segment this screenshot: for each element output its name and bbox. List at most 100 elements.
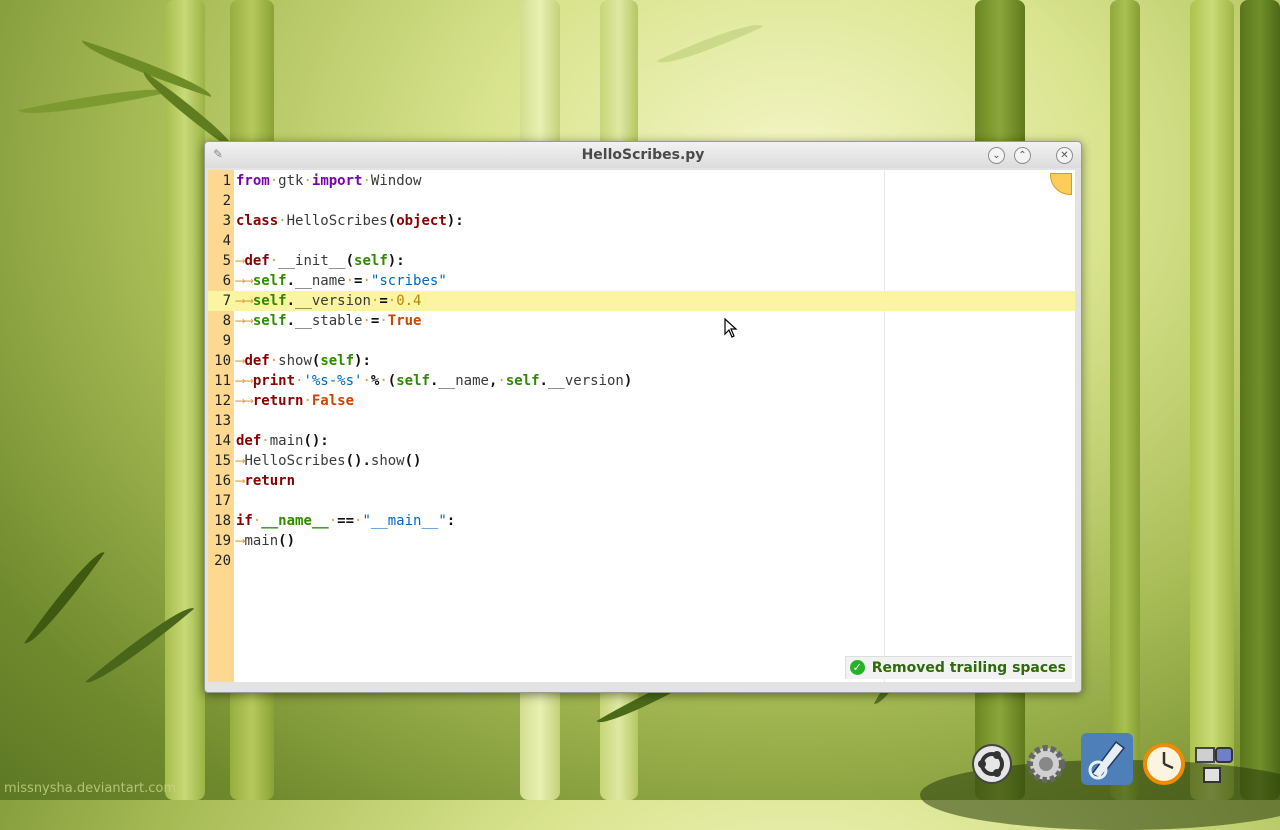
whitespace-marker: · [261, 433, 270, 449]
code-token: from [236, 173, 270, 189]
whitespace-marker: · [269, 173, 279, 189]
line-number: 18 [214, 513, 231, 529]
line-number: 17 [214, 493, 231, 509]
code-token: __name [438, 373, 489, 389]
code-line[interactable]: 17 [208, 491, 1075, 511]
line-code: ⟶main() [236, 531, 295, 551]
code-line[interactable]: 18 if·__name__·==·"__main__": [208, 511, 1075, 531]
code-line[interactable]: 10 ⟶def·show(self): [208, 351, 1075, 371]
watermark-text: missnysha.deviantart.com [4, 781, 177, 796]
whitespace-marker: · [362, 373, 371, 389]
code-token: . [286, 293, 296, 309]
line-number: 16 [214, 473, 231, 489]
line-code: ⟶⟶self.__stable·=·True [236, 311, 421, 331]
code-token: self [252, 293, 287, 309]
code-token: __init__ [278, 253, 346, 269]
code-line[interactable]: 5 ⟶def·__init__(self): [208, 251, 1075, 271]
code-token: def [236, 433, 262, 449]
code-token: gtk [278, 173, 304, 189]
code-token: ) [623, 373, 633, 389]
code-token: == [337, 513, 355, 529]
code-token: main [244, 533, 279, 549]
code-token: "scribes" [370, 273, 447, 289]
code-line[interactable]: 12 ⟶⟶return·False [208, 391, 1075, 411]
clock-icon[interactable] [1142, 742, 1186, 786]
code-token: ): [387, 253, 405, 269]
close-button[interactable]: ✕ [1056, 147, 1073, 164]
code-token: (): [303, 433, 329, 449]
line-number: 15 [214, 453, 231, 469]
line-code: ⟶def·show(self): [236, 351, 371, 371]
whitespace-marker: · [303, 173, 312, 189]
code-line[interactable]: 3 class·HelloScribes(object): [208, 211, 1075, 231]
code-token: def [244, 253, 270, 269]
code-line[interactable]: 19 ⟶main() [208, 531, 1075, 551]
line-number: 7 [222, 293, 231, 309]
code-editor[interactable]: 1 from·gtk·import·Window 2 3 class·HelloScri… [208, 170, 1075, 682]
code-line[interactable]: 20 [208, 551, 1075, 571]
code-line[interactable]: 11 ⟶⟶print·'%s-%s'·%·(self.__name,·self._… [208, 371, 1075, 391]
code-token: __stable [295, 313, 363, 329]
scribes-editor-icon[interactable] [1080, 732, 1134, 786]
whitespace-marker: · [379, 373, 388, 389]
whitespace-marker: · [303, 393, 312, 409]
code-token: 0.4 [396, 293, 422, 309]
line-number: 12 [214, 393, 231, 409]
code-token: def [244, 353, 270, 369]
code-token: ( [387, 373, 397, 389]
code-token: "__main__" [362, 513, 447, 529]
code-line[interactable]: 13 [208, 411, 1075, 431]
code-token: if [236, 513, 253, 529]
window-titlebar[interactable]: ✎ HelloScribes.py ⌄ ⌃ ✕ [205, 142, 1081, 168]
code-token: import [311, 173, 363, 189]
code-line[interactable]: 15 ⟶HelloScribes().show() [208, 451, 1075, 471]
line-number: 5 [222, 253, 231, 269]
code-token: print [252, 373, 296, 389]
code-line[interactable]: 7 ⟶⟶self.__version·=·0.4 [208, 291, 1075, 311]
code-line[interactable]: 4 [208, 231, 1075, 251]
code-line[interactable]: 2 [208, 191, 1075, 211]
code-token: HelloScribes [286, 213, 388, 229]
line-number: 13 [214, 413, 231, 429]
whitespace-marker: · [362, 313, 371, 329]
window-title: HelloScribes.py [581, 147, 705, 163]
code-token: . [286, 273, 296, 289]
whitespace-marker: · [345, 273, 355, 289]
chevron-down-icon: ⌄ [992, 150, 1001, 161]
code-line[interactable]: 16 ⟶return [208, 471, 1075, 491]
code-token: Window [370, 173, 422, 189]
line-code: if·__name__·==·"__main__": [236, 511, 455, 531]
code-token: __version [295, 293, 371, 309]
code-line[interactable]: 14 def·main(): [208, 431, 1075, 451]
code-token: (). [345, 453, 371, 469]
line-code: ⟶def·__init__(self): [236, 251, 405, 271]
ubuntu-icon[interactable] [970, 742, 1014, 786]
code-token: return [252, 393, 304, 409]
status-message: ✓ Removed trailing spaces [844, 656, 1072, 679]
code-token: self [505, 373, 540, 389]
line-number: 14 [214, 433, 231, 449]
close-icon: ✕ [1060, 150, 1069, 161]
dock-panel [920, 730, 1280, 830]
code-token: () [278, 533, 296, 549]
code-line[interactable]: 6 ⟶⟶self.__name·=·"scribes" [208, 271, 1075, 291]
whitespace-marker: ⟶⟶ [236, 313, 253, 329]
whitespace-marker: · [379, 313, 388, 329]
line-number: 8 [222, 313, 231, 329]
maximize-button[interactable]: ⌃ [1014, 147, 1031, 164]
whitespace-marker: ⟶⟶ [236, 393, 253, 409]
whitespace-marker: · [497, 373, 506, 389]
minimize-button[interactable]: ⌄ [988, 147, 1005, 164]
code-line[interactable]: 9 [208, 331, 1075, 351]
windows-clipboard-icon[interactable] [1192, 742, 1236, 786]
whitespace-marker: · [362, 173, 371, 189]
code-token: self [396, 373, 430, 389]
code-token: : [446, 513, 456, 529]
editor-window[interactable]: ✎ HelloScribes.py ⌄ ⌃ ✕ 1 from·gtk·import… [204, 141, 1082, 693]
settings-gear-icon[interactable] [1024, 742, 1068, 786]
code-line[interactable]: 8 ⟶⟶self.__stable·=·True [208, 311, 1075, 331]
code-token: . [539, 373, 548, 389]
check-icon: ✓ [849, 660, 865, 675]
code-line[interactable]: 1 from·gtk·import·Window [208, 171, 1075, 191]
line-code: ⟶return [236, 471, 295, 491]
